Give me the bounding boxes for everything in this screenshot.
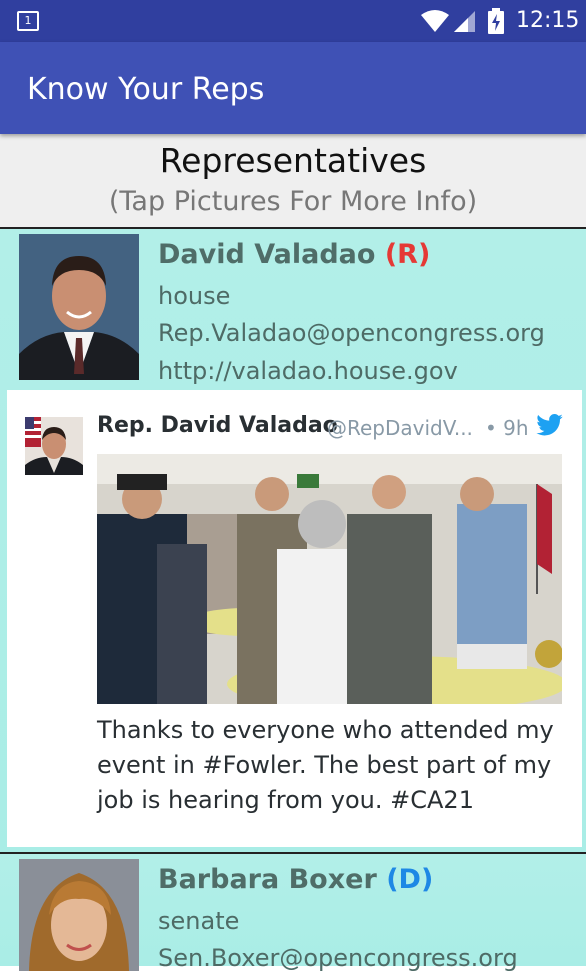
rep-email[interactable]: Sen.Boxer@opencongress.org [158,944,518,972]
tweet-card[interactable]: Rep. David Valadao @RepDavidV... • 9h Th… [7,390,582,847]
notification-count: 1 [24,14,32,27]
tweet-avatar[interactable] [25,417,83,475]
rep-name: David Valadao [158,239,376,270]
status-bar: 1 12:15 [0,0,586,42]
rep-name-line: David Valadao (R) [158,239,430,270]
notification-icon: 1 [17,11,39,31]
tweet-text: Thanks to everyone who attended my event… [97,716,554,814]
app-bar: Know Your Reps [0,42,586,134]
party-badge: (D) [386,864,434,895]
rep-card: Barbara Boxer (D) senate Sen.Boxer@openc… [0,854,586,972]
party-badge: (R) [384,239,431,270]
rep-email[interactable]: Rep.Valadao@opencongress.org [158,319,545,347]
twitter-bird-icon[interactable] [536,414,563,436]
tweet-author[interactable]: Rep. David Valadao [97,413,338,438]
app-title: Know Your Reps [27,72,265,107]
tweet-time: • 9h [485,416,529,440]
rep-website[interactable]: http://valadao.house.gov [158,357,458,385]
rep-name: Barbara Boxer [158,864,377,895]
tweet-photo[interactable] [97,454,562,704]
rep-name-line: Barbara Boxer (D) [158,864,433,895]
header-title: Representatives [159,141,427,180]
header-subtitle: (Tap Pictures For More Info) [108,186,478,217]
status-clock: 12:15 [516,8,580,33]
rep-chamber: house [158,282,231,310]
rep-card: David Valadao (R) house Rep.Valadao@open… [0,229,586,854]
list-header: Representatives (Tap Pictures For More I… [0,134,586,229]
signal-icon [454,11,475,32]
tweet-handle[interactable]: @RepDavidV... [327,416,473,440]
rep-photo[interactable] [19,859,139,971]
rep-chamber: senate [158,907,240,935]
rep-photo[interactable] [19,234,139,380]
wifi-icon [421,10,449,32]
battery-charging-icon [488,8,504,34]
